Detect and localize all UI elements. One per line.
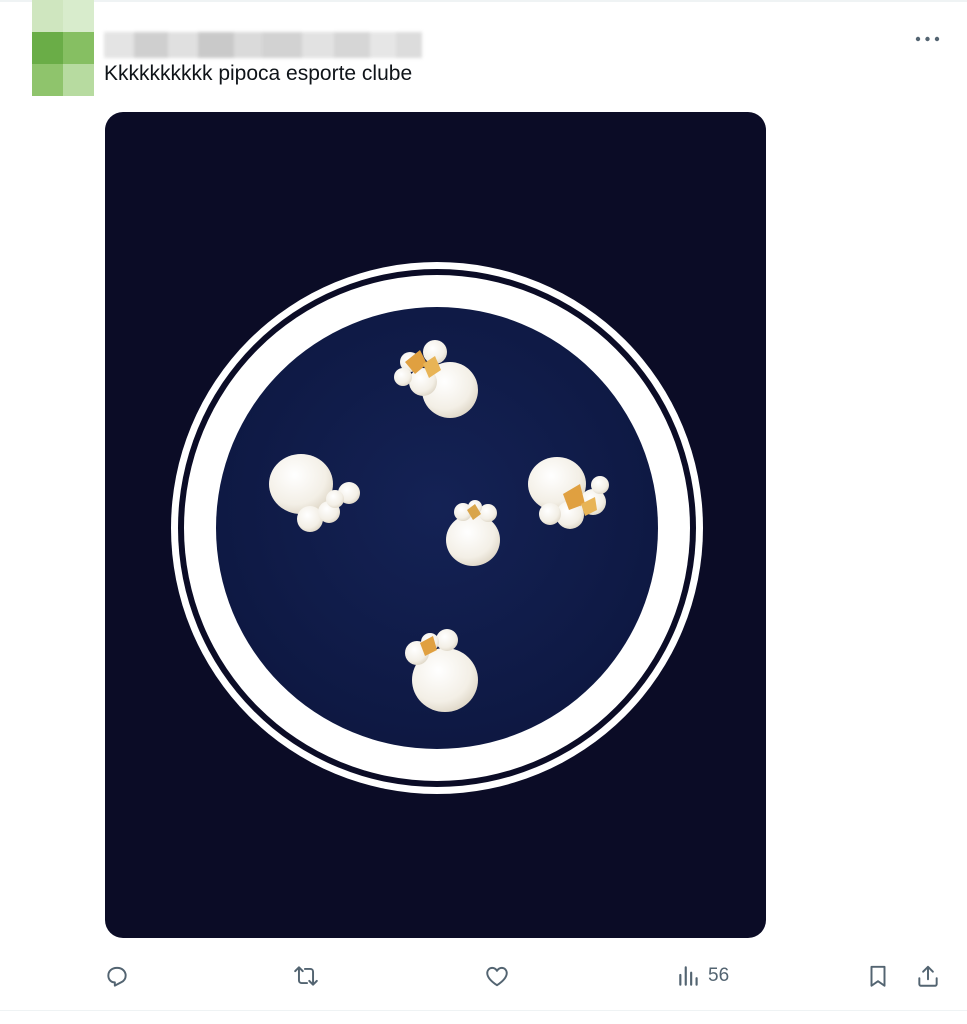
- post-image[interactable]: [105, 112, 766, 938]
- share-icon: [915, 963, 941, 989]
- like-icon: [484, 963, 510, 989]
- bookmark-icon: [865, 963, 891, 989]
- reply-button[interactable]: [104, 958, 130, 994]
- popcorn-badge-illustration: [171, 262, 703, 794]
- top-divider: [0, 0, 967, 2]
- bottom-divider: [0, 1010, 967, 1011]
- tweet-text: Kkkkkkkkkk pipoca esporte clube: [104, 62, 413, 85]
- avatar[interactable]: [32, 0, 94, 96]
- reply-icon: [104, 963, 130, 989]
- more-icon[interactable]: [912, 28, 944, 48]
- share-button[interactable]: [915, 958, 941, 994]
- views-icon: [676, 963, 702, 989]
- repost-button[interactable]: [293, 958, 319, 994]
- blurred-username[interactable]: [104, 32, 422, 58]
- views-button[interactable]: 56: [676, 958, 729, 994]
- like-button[interactable]: [484, 958, 510, 994]
- bookmark-button[interactable]: [865, 958, 891, 994]
- views-count: 56: [708, 965, 730, 986]
- repost-icon: [293, 963, 319, 989]
